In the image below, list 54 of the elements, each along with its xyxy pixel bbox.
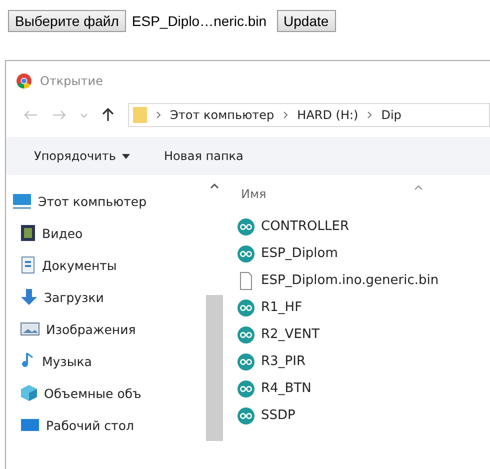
infinity-logo-icon [237,326,255,344]
forward-arrow-icon[interactable] [52,110,66,120]
file-item[interactable]: CONTROLLER [237,213,490,240]
choose-file-button[interactable]: Выберите файл [8,10,126,32]
cube-icon [20,384,38,402]
desktop-icon [20,417,40,433]
file-item[interactable]: ESP_Diplom [237,240,490,267]
sidebar-item[interactable]: Видео [6,217,206,249]
browser-logo-icon [16,73,32,89]
infinity-logo-icon [237,298,255,316]
chevron-icon [283,111,288,119]
caret-icon [122,154,130,158]
file-item[interactable]: R4_BTN [237,375,490,402]
file-item[interactable]: R3_PIR [237,348,490,375]
sidebar-item[interactable]: Изображения [6,313,206,345]
file-item[interactable]: SSDP [237,402,490,429]
folder-icon [133,106,147,124]
file-item[interactable]: R2_VENT [237,321,490,348]
breadcrumb[interactable]: Dip [381,108,402,122]
new-folder-button[interactable]: Новая папка [164,149,244,163]
sidebar-item[interactable]: Объемные объ [6,377,206,409]
file-name: ESP_Diplo…neric.bin [132,13,267,29]
music-note-icon [20,352,36,370]
chevron-icon [367,111,372,119]
organize-menu[interactable]: Упорядочить [34,149,130,163]
address-bar[interactable]: Этот компьютер HARD (H:) Dip [128,103,490,127]
sidebar-item[interactable]: Загрузки [6,281,206,313]
infinity-logo-icon [237,244,255,262]
down-arrow-icon [20,288,38,306]
sidebar-item[interactable]: Документы [6,249,206,281]
sidebar-item[interactable]: Музыка [6,345,206,377]
infinity-logo-icon [237,380,255,398]
document-icon [20,256,36,274]
breadcrumb[interactable]: Этот компьютер [170,108,274,122]
scroll-up-icon[interactable] [210,183,219,189]
back-arrow-icon[interactable] [24,110,38,120]
sidebar-item[interactable]: Этот компьютер [6,185,206,217]
update-button[interactable]: Update [276,10,336,32]
breadcrumb[interactable]: HARD (H:) [297,108,358,122]
chevron-icon [156,111,161,119]
infinity-logo-icon [237,406,255,424]
infinity-logo-icon [237,218,255,236]
sidebar-item[interactable]: Рабочий стол [6,409,206,441]
up-arrow-icon[interactable] [102,108,114,122]
image-icon [20,321,40,337]
caret-icon[interactable] [80,112,88,118]
file-item[interactable]: R1_HF [237,294,490,321]
file-item[interactable]: ESP_Diplom.ino.generic.bin [237,267,490,294]
monitor-icon [12,192,32,210]
file-icon [237,272,255,290]
dialog-title: Открытие [40,74,103,88]
film-icon [20,224,36,242]
infinity-logo-icon [237,352,255,370]
column-header[interactable]: Имя [237,183,266,205]
